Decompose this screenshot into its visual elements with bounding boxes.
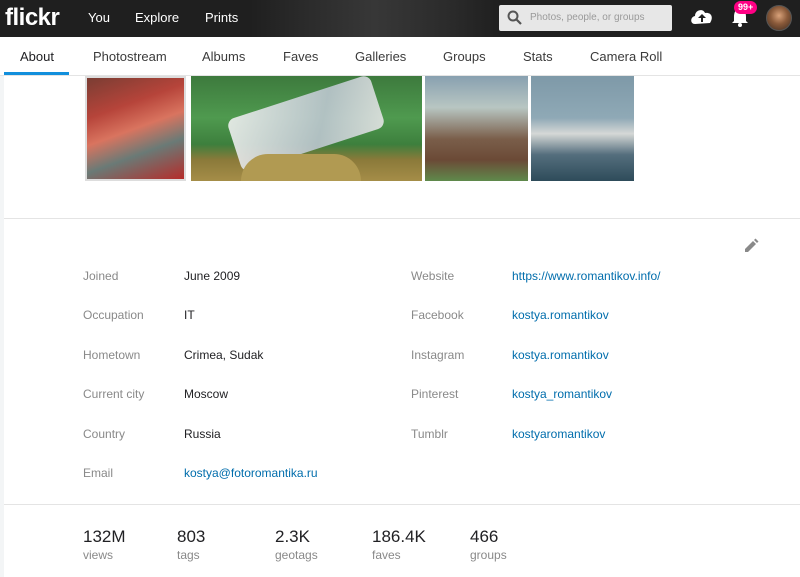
tab-faves[interactable]: Faves	[283, 49, 318, 64]
stat-geotags-value: 2.3K	[275, 527, 310, 546]
tab-galleries[interactable]: Galleries	[355, 49, 406, 64]
about-card: Joined June 2009 Occupation IT Hometown …	[4, 74, 800, 577]
showcase-photo[interactable]	[531, 76, 634, 181]
search-input[interactable]: Photos, people, or groups	[499, 5, 672, 31]
label-current-city: Current city	[83, 387, 145, 401]
pinterest-link[interactable]: kostya_romantikov	[512, 387, 612, 401]
showcase-photo[interactable]	[191, 74, 422, 181]
stat-geotags-label: geotags	[275, 548, 318, 562]
stat-groups-value: 466	[470, 527, 499, 546]
active-tab-indicator	[4, 72, 69, 75]
profile-tabs: About Photostream Albums Faves Galleries…	[0, 37, 800, 76]
avatar[interactable]	[766, 5, 792, 31]
stat-tags-label: tags	[177, 548, 200, 562]
value-current-city: Moscow	[184, 387, 229, 401]
tumblr-link[interactable]: kostyaromantikov	[512, 427, 605, 441]
tab-stats[interactable]: Stats	[523, 49, 553, 64]
label-facebook: Facebook	[411, 308, 464, 322]
tab-albums[interactable]: Albums	[202, 49, 245, 64]
website-link[interactable]: https://www.romantikov.info/	[512, 269, 661, 283]
label-pinterest: Pinterest	[411, 387, 459, 401]
search-icon	[507, 10, 522, 30]
showcase-photos	[4, 74, 800, 219]
facebook-link[interactable]: kostya.romantikov	[512, 308, 609, 322]
search-placeholder: Photos, people, or groups	[530, 12, 645, 23]
tab-camera-roll[interactable]: Camera Roll	[590, 49, 662, 64]
nav-you[interactable]: You	[88, 10, 110, 25]
nav-explore[interactable]: Explore	[135, 10, 179, 25]
tab-groups[interactable]: Groups	[443, 49, 486, 64]
stat-faves-value: 186.4K	[372, 527, 426, 546]
stat-groups-label: groups	[470, 548, 507, 562]
label-country: Country	[83, 427, 126, 441]
showcase-photo[interactable]	[85, 76, 186, 181]
label-hometown: Hometown	[83, 348, 141, 362]
stat-tags-value: 803	[177, 527, 206, 546]
label-email: Email	[83, 466, 114, 480]
tab-photostream[interactable]: Photostream	[93, 49, 167, 64]
stats-divider	[4, 504, 800, 505]
label-website: Website	[411, 269, 455, 283]
value-country: Russia	[184, 427, 221, 441]
flickr-logo[interactable]: flickr	[5, 4, 60, 32]
showcase-photo[interactable]	[425, 76, 528, 181]
stat-views-value: 132M	[83, 527, 126, 546]
value-occupation: IT	[184, 308, 195, 322]
upload-icon[interactable]	[689, 6, 715, 33]
tab-about[interactable]: About	[20, 49, 54, 64]
value-joined: June 2009	[184, 269, 241, 283]
top-navigation-bar: flickr You Explore Prints Photos, people…	[0, 0, 800, 37]
label-occupation: Occupation	[83, 308, 144, 322]
photo-hay	[241, 154, 361, 181]
pencil-edit-icon[interactable]	[742, 237, 760, 260]
value-hometown: Crimea, Sudak	[184, 348, 264, 362]
label-tumblr: Tumblr	[411, 427, 448, 441]
header-background-photo	[250, 0, 500, 37]
stat-faves-label: faves	[372, 548, 401, 562]
label-instagram: Instagram	[411, 348, 465, 362]
instagram-link[interactable]: kostya.romantikov	[512, 348, 609, 362]
email-link[interactable]: kostya@fotoromantika.ru	[184, 466, 318, 480]
stat-views-label: views	[83, 548, 114, 562]
label-joined: Joined	[83, 269, 119, 283]
notification-badge: 99+	[734, 1, 758, 14]
nav-prints[interactable]: Prints	[205, 10, 238, 25]
